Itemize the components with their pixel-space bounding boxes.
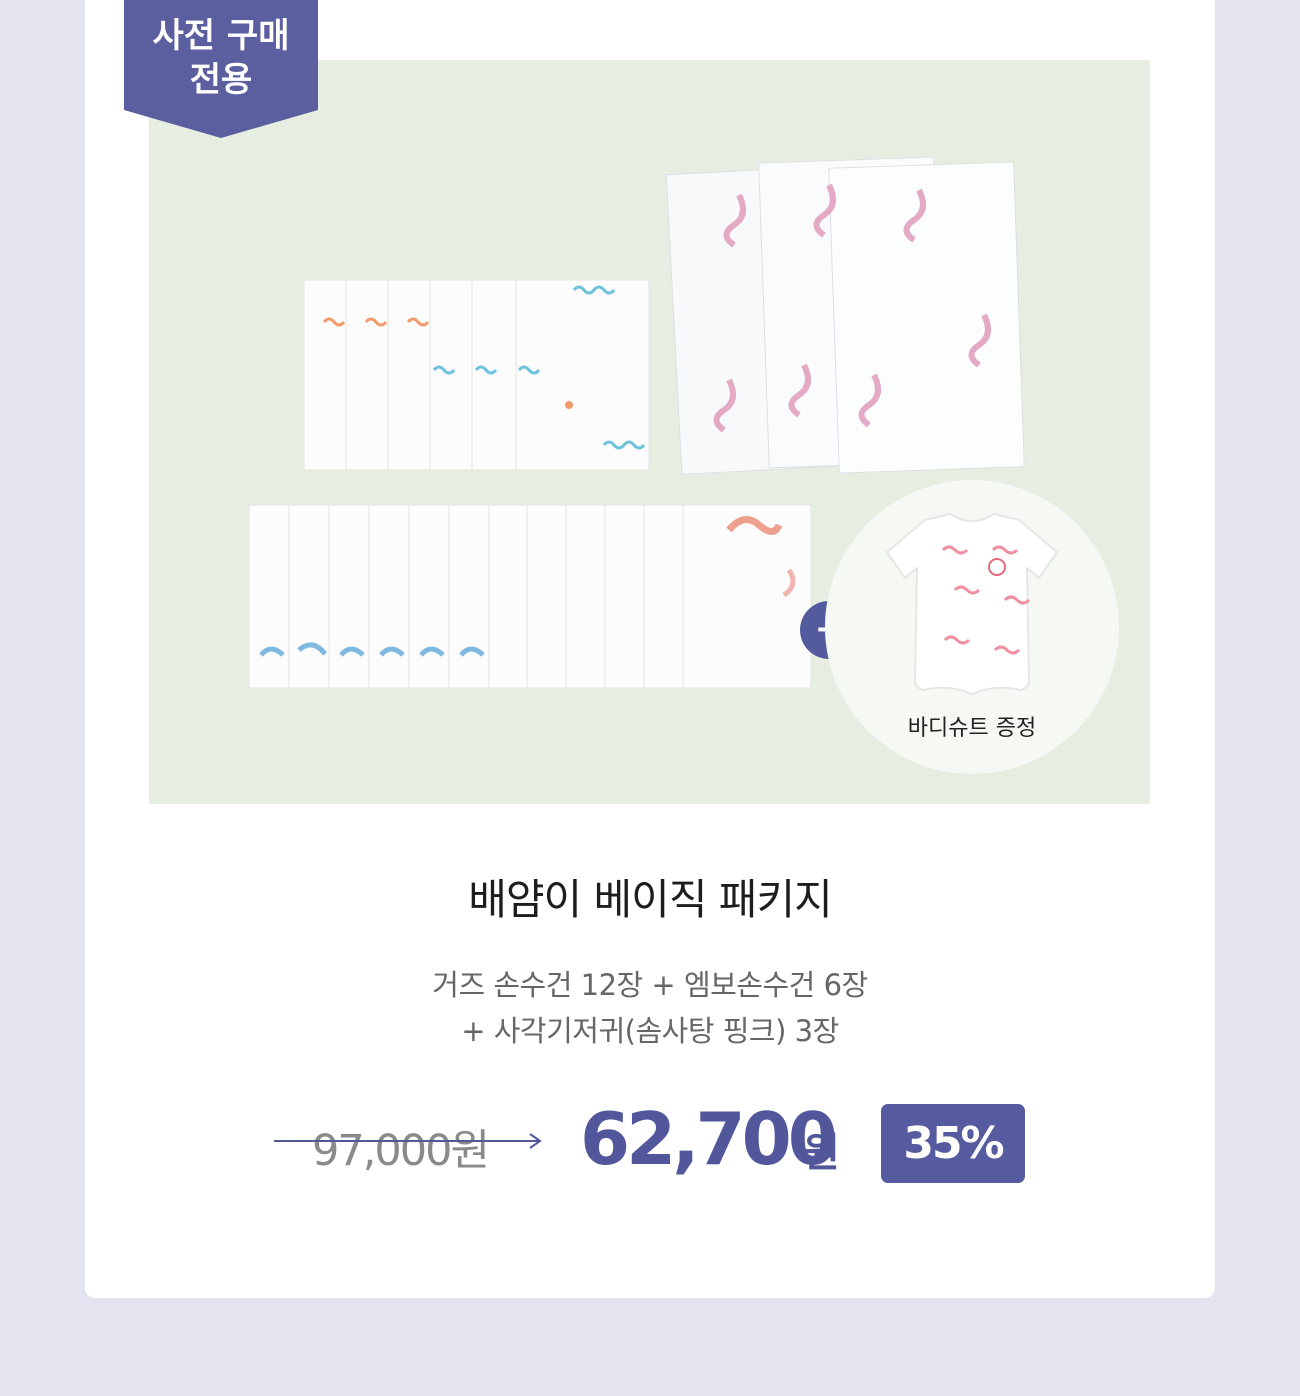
product-image[interactable]: + 바디슈트 증정: [149, 60, 1150, 804]
sale-price-unit: 원: [803, 1130, 840, 1176]
gift-label: 바디슈트 증정: [907, 716, 1037, 741]
gift-circle: 바디슈트 증정: [825, 480, 1119, 774]
gauze-towel-stack: [303, 279, 650, 471]
badge-line-2: 전용: [189, 60, 253, 100]
discount-badge: 35%: [881, 1104, 1025, 1183]
preorder-badge: 사전 구매 전용: [124, 0, 318, 138]
diaper-stack: [665, 156, 1025, 475]
description-line-2: + 사각기저귀(솜사탕 핑크) 3장: [461, 1014, 839, 1048]
product-description: 거즈 손수건 12장 + 엠보손수건 6장 + 사각기저귀(솜사탕 핑크) 3장: [0, 962, 1300, 1054]
description-line-1: 거즈 손수건 12장 + 엠보손수건 6장: [432, 968, 868, 1002]
product-title: 배얌이 베이직 패키지: [468, 875, 832, 924]
sale-price: 62,700: [580, 1097, 838, 1181]
emboss-towel-stack: [248, 504, 812, 689]
badge-line-1: 사전 구매: [152, 16, 290, 56]
strikethrough-arrow-icon: [274, 1133, 542, 1149]
